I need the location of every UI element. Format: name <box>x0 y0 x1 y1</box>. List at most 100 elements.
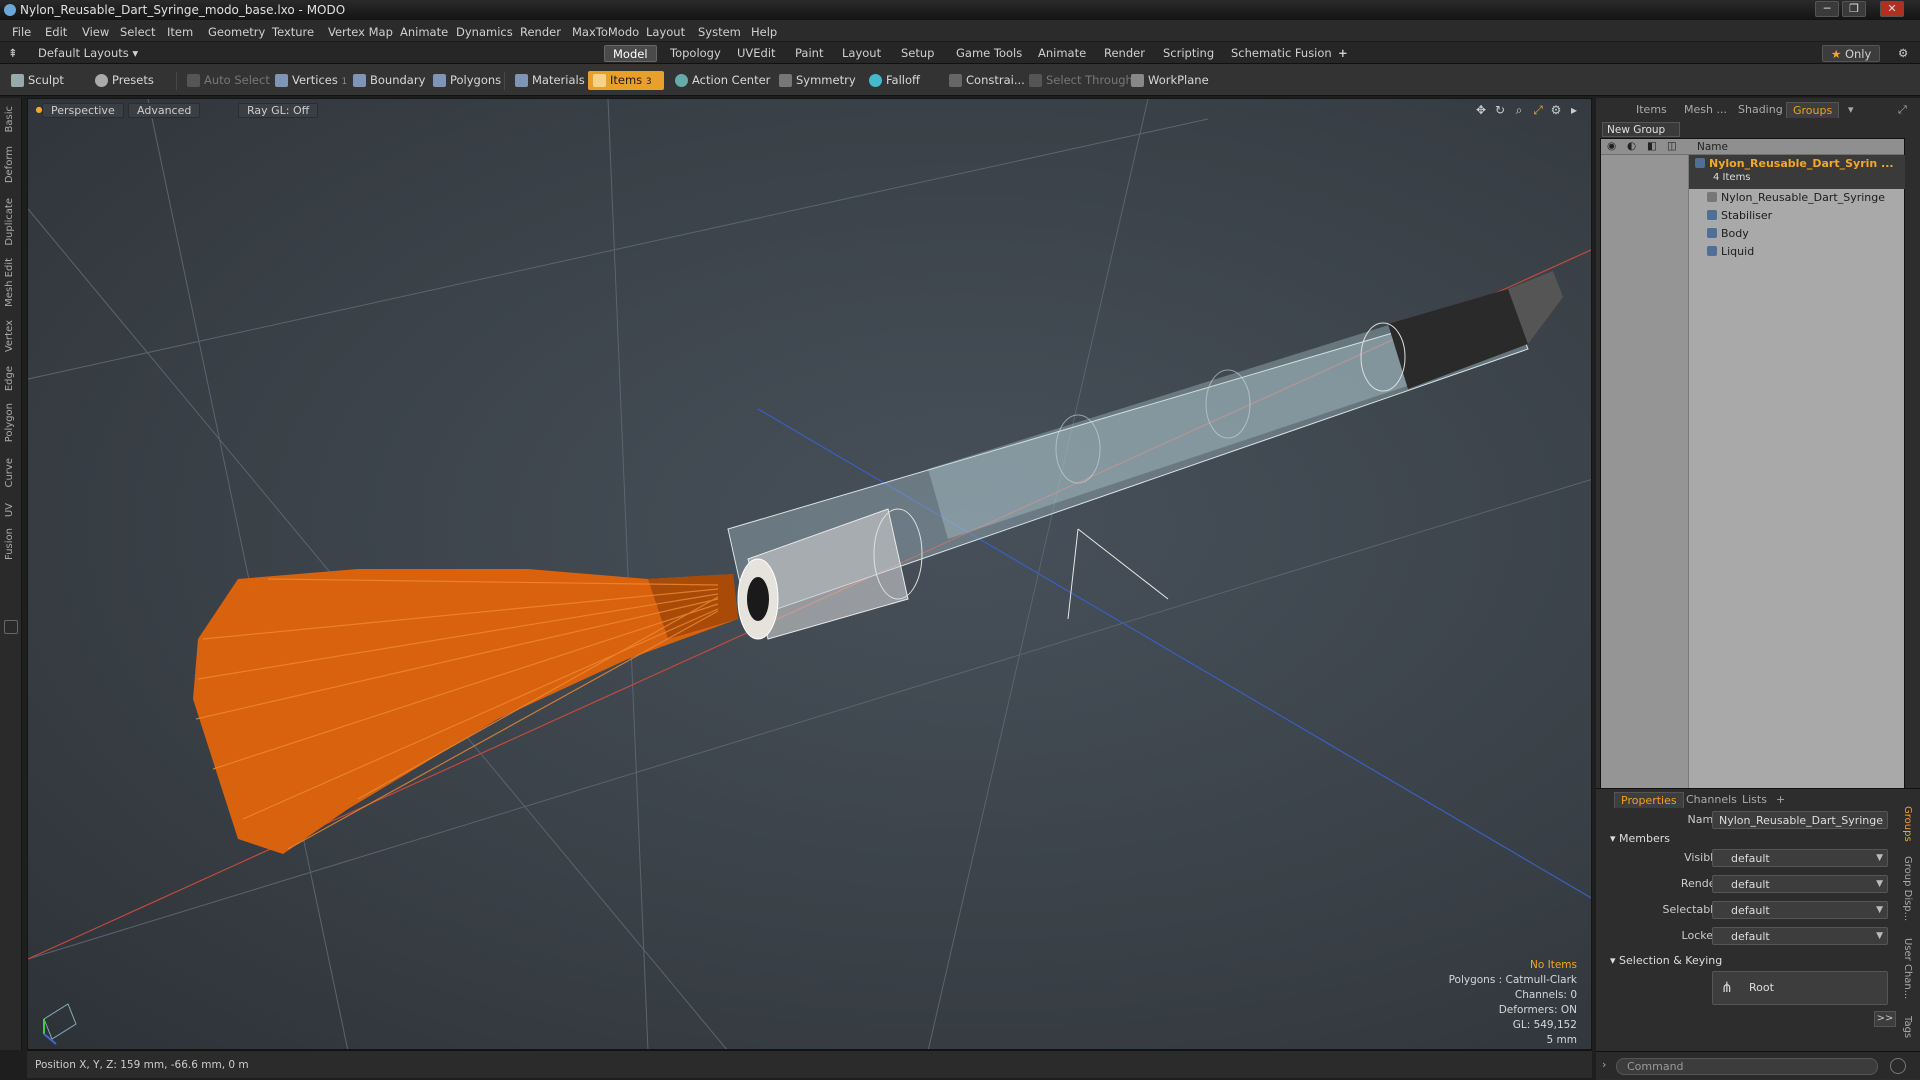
tab-duplicate[interactable]: Duplicate <box>4 198 15 246</box>
new-group-button[interactable]: New Group <box>1602 122 1680 137</box>
side-tab-group-display[interactable]: Group Disp... <box>1902 856 1913 921</box>
group-member-row[interactable]: Body <box>1689 225 1905 243</box>
raygl-toggle[interactable]: Ray GL: Off <box>238 103 319 118</box>
tab-game-tools[interactable]: Game Tools <box>948 45 1030 62</box>
tab-items[interactable]: Items <box>1630 102 1673 118</box>
side-tab-groups[interactable]: Groups <box>1902 806 1913 842</box>
group-member-row[interactable]: Stabiliser <box>1689 207 1905 225</box>
constraints-button[interactable]: Constrai... <box>944 71 1031 90</box>
tab-properties[interactable]: Properties <box>1614 792 1684 808</box>
workplane-button[interactable]: WorkPlane <box>1126 71 1215 90</box>
group-member-row[interactable]: Liquid <box>1689 243 1905 261</box>
record-icon[interactable] <box>1890 1058 1906 1074</box>
vertices-button[interactable]: Vertices 1 <box>270 71 353 90</box>
side-tab-user-channels[interactable]: User Chan... <box>1902 938 1913 999</box>
boundary-button[interactable]: Boundary <box>348 71 431 90</box>
symmetry-button[interactable]: Symmetry <box>774 71 862 90</box>
menu-system[interactable]: System <box>698 25 741 39</box>
menu-maxtomodo[interactable]: MaxToModo <box>572 25 639 39</box>
only-toggle[interactable]: ★ Only <box>1822 45 1881 62</box>
zoom-view-icon[interactable]: ⌕ <box>1513 104 1525 116</box>
tab-topology[interactable]: Topology <box>662 45 729 62</box>
sculpt-button[interactable]: Sculpt <box>6 71 86 90</box>
tab-deform[interactable]: Deform <box>4 146 15 183</box>
locked-dropdown[interactable]: default ▼ <box>1712 927 1888 945</box>
viewport-expand-icon[interactable]: ▸ <box>1568 104 1580 116</box>
tab-vertex[interactable]: Vertex <box>4 320 15 352</box>
panel-dropdown-icon[interactable]: ▾ <box>1842 102 1860 118</box>
fit-view-icon[interactable]: ⤢ <box>1532 104 1544 116</box>
root-button[interactable]: ⋔ Root <box>1712 971 1888 1005</box>
viewport-settings-icon[interactable]: ⚙ <box>1550 104 1562 116</box>
close-button[interactable]: ✕ <box>1880 1 1904 17</box>
group-name-field[interactable]: Nylon_Reusable_Dart_Syringe (2) <box>1712 811 1888 829</box>
tab-render[interactable]: Render <box>1096 45 1153 62</box>
rotate-view-icon[interactable]: ↻ <box>1494 104 1506 116</box>
add-tab-icon[interactable]: + <box>1770 792 1791 808</box>
group-member-row[interactable]: Nylon_Reusable_Dart_Syringe <box>1689 189 1905 207</box>
tab-model[interactable]: Model <box>604 45 657 62</box>
group-row[interactable]: Nylon_Reusable_Dart_Syrin ... 4 Items <box>1689 155 1905 189</box>
gear-icon[interactable]: ⚙ <box>1890 45 1916 62</box>
menu-view[interactable]: View <box>82 25 109 39</box>
tab-uv[interactable]: UV <box>4 503 15 517</box>
visible-dropdown[interactable]: default ▼ <box>1712 849 1888 867</box>
menu-animate[interactable]: Animate <box>400 25 448 39</box>
tab-uvedit[interactable]: UVEdit <box>729 45 784 62</box>
tab-edge[interactable]: Edge <box>4 366 15 391</box>
tab-setup[interactable]: Setup <box>893 45 942 62</box>
add-tab-button[interactable]: + <box>1330 45 1356 62</box>
3d-viewport[interactable]: ● Perspective Advanced Ray GL: Off ✥ ↻ ⌕… <box>27 98 1592 1050</box>
action-center-button[interactable]: Action Center <box>670 71 776 90</box>
select-through-button[interactable]: Select Through <box>1024 71 1139 90</box>
tab-paint[interactable]: Paint <box>787 45 831 62</box>
auto-select-button[interactable]: Auto Select <box>182 71 276 90</box>
menu-texture[interactable]: Texture <box>272 25 314 39</box>
minimize-button[interactable]: ─ <box>1815 1 1839 17</box>
render-dropdown[interactable]: default ▼ <box>1712 875 1888 893</box>
side-tab-tags[interactable]: Tags <box>1902 1016 1913 1038</box>
members-section-header[interactable]: ▾ Members <box>1610 832 1670 845</box>
tab-curve[interactable]: Curve <box>4 458 15 488</box>
move-view-icon[interactable]: ✥ <box>1475 104 1487 116</box>
layout-preset-dropdown[interactable]: Default Layouts ▾ <box>30 45 146 62</box>
view-type-dropdown[interactable]: Perspective <box>42 103 124 118</box>
maximize-button[interactable]: ❐ <box>1842 1 1866 17</box>
menu-item[interactable]: Item <box>167 25 193 39</box>
menu-select[interactable]: Select <box>120 25 155 39</box>
selectable-dropdown[interactable]: default ▼ <box>1712 901 1888 919</box>
layout-collapse-icon[interactable]: ⇞ <box>4 45 22 62</box>
tab-mesh[interactable]: Mesh ... <box>1678 102 1733 118</box>
polygons-button[interactable]: Polygons <box>428 71 507 90</box>
presets-button[interactable]: Presets <box>90 71 170 90</box>
menu-vertex-map[interactable]: Vertex Map <box>328 25 393 39</box>
falloff-button[interactable]: Falloff <box>864 71 926 90</box>
items-button[interactable]: Items 3 <box>588 71 664 90</box>
tab-layout[interactable]: Layout <box>834 45 889 62</box>
menu-geometry[interactable]: Geometry <box>208 25 265 39</box>
tab-lists[interactable]: Lists <box>1736 792 1773 808</box>
tab-scripting[interactable]: Scripting <box>1155 45 1222 62</box>
menu-render[interactable]: Render <box>520 25 561 39</box>
menu-dynamics[interactable]: Dynamics <box>456 25 513 39</box>
menu-edit[interactable]: Edit <box>45 25 67 39</box>
menu-help[interactable]: Help <box>751 25 777 39</box>
menu-layout[interactable]: Layout <box>646 25 685 39</box>
shading-mode-dropdown[interactable]: Advanced <box>128 103 201 118</box>
tab-polygon[interactable]: Polygon <box>4 403 15 442</box>
tab-schematic-fusion[interactable]: Schematic Fusion <box>1223 45 1340 62</box>
tab-shading[interactable]: Shading <box>1732 102 1789 118</box>
menu-file[interactable]: File <box>12 25 31 39</box>
keying-section-header[interactable]: ▾ Selection & Keying <box>1610 954 1722 967</box>
tab-groups[interactable]: Groups <box>1786 102 1840 118</box>
tab-fusion[interactable]: Fusion <box>4 528 15 560</box>
materials-button[interactable]: Materials <box>510 71 591 90</box>
tab-animate[interactable]: Animate <box>1030 45 1094 62</box>
tab-basic[interactable]: Basic <box>4 106 15 132</box>
command-input[interactable]: Command <box>1616 1058 1878 1075</box>
tab-channels[interactable]: Channels <box>1680 792 1743 808</box>
panel-expand-icon[interactable]: ⤢ <box>1892 102 1913 118</box>
more-button[interactable]: >> <box>1874 1011 1896 1027</box>
tab-mesh-edit[interactable]: Mesh Edit <box>4 258 15 307</box>
palette-toggle-button[interactable] <box>4 620 18 634</box>
